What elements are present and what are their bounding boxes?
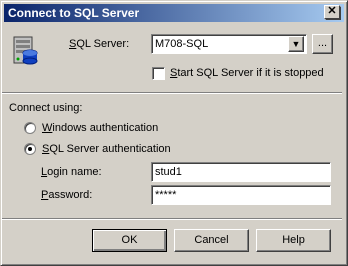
ok-button[interactable]: OK <box>92 229 167 252</box>
separator <box>2 92 342 94</box>
chevron-down-icon[interactable]: ▼ <box>288 36 304 52</box>
server-icon <box>13 36 38 65</box>
separator-bottom <box>2 218 342 220</box>
login-name-field[interactable]: stud1 <box>151 162 331 182</box>
sql-server-combo[interactable]: M708-SQL ▼ <box>151 34 307 54</box>
sql-server-value: M708-SQL <box>155 38 209 50</box>
password-value: ***** <box>155 189 177 201</box>
title-bar[interactable]: Connect to SQL Server ? <box>4 4 344 22</box>
help-button[interactable]: Help <box>256 229 331 252</box>
password-label: Password: <box>41 189 93 201</box>
browse-button[interactable]: ... <box>312 34 333 54</box>
start-if-stopped-checkbox[interactable] <box>152 67 165 80</box>
connect-using-heading: Connect using: <box>9 102 83 114</box>
cancel-button[interactable]: Cancel <box>174 229 249 252</box>
start-if-stopped-label: Start SQL Server if it is stopped <box>170 67 324 79</box>
windows-auth-radio[interactable] <box>24 122 36 134</box>
close-icon[interactable]: ✕ <box>324 5 340 19</box>
sql-auth-label: SQL Server authentication <box>42 143 171 155</box>
password-field[interactable]: ***** <box>151 185 331 205</box>
login-name-label: Login name: <box>41 166 102 178</box>
sql-server-label: SQL Server: <box>69 38 130 50</box>
window-title: Connect to SQL Server <box>8 6 140 20</box>
windows-auth-label: Windows authentication <box>42 122 159 134</box>
login-name-value: stud1 <box>155 166 182 178</box>
sql-auth-radio[interactable] <box>24 143 36 155</box>
